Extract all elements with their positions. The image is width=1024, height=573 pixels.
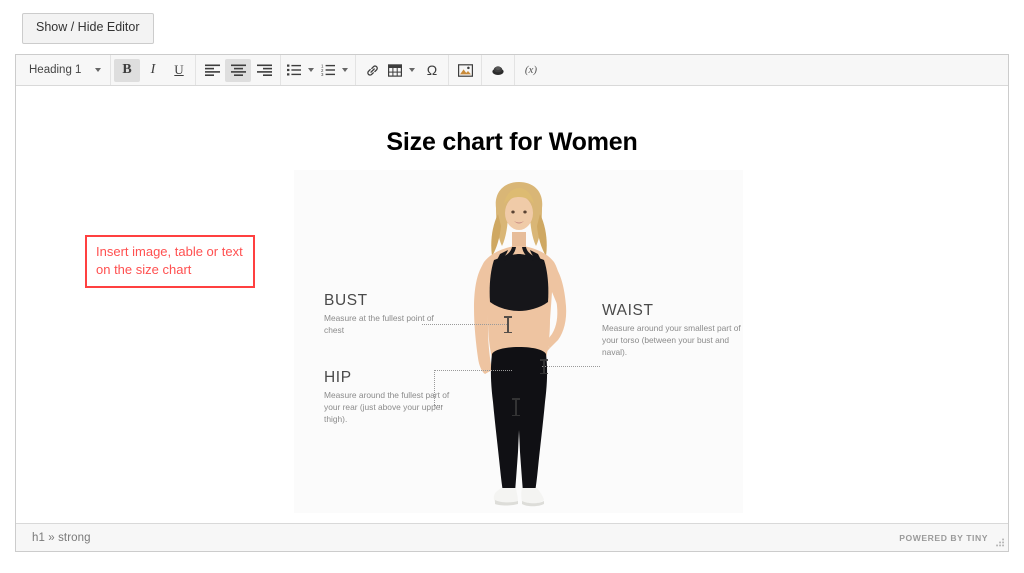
waist-description: Measure around your smallest part of you… [602, 323, 741, 357]
toolbar-group-lists: 1 2 3 [281, 55, 356, 85]
variable-button[interactable]: (x) [518, 59, 544, 82]
powered-by-tiny-link[interactable]: POWERED BY TINY [899, 533, 988, 543]
hip-description: Measure around the fullest part of your … [324, 390, 450, 424]
waist-measure-marker [540, 359, 547, 374]
bold-icon: B [122, 62, 132, 77]
toolbar-group-variable: (x) [515, 55, 547, 85]
table-chevron-down-icon[interactable] [405, 59, 419, 82]
hip-heading: HIP [324, 369, 352, 386]
numbered-list-icon: 1 2 3 [321, 64, 335, 76]
link-button[interactable] [359, 59, 385, 82]
waist-leader-line [542, 366, 600, 367]
editor-status-bar: h1 » strong POWERED BY TINY [16, 523, 1008, 551]
insert-image-button[interactable] [452, 59, 478, 82]
page-title: Size chart for Women [386, 128, 638, 156]
toggle-editor-bar: Show / Hide Editor [0, 0, 1024, 44]
chevron-down-icon [95, 68, 101, 72]
waist-label-group: WAIST Measure around your smallest part … [602, 302, 742, 359]
format-select[interactable]: Heading 1 [21, 59, 107, 82]
align-right-button[interactable] [251, 59, 277, 82]
hip-measure-marker [512, 398, 519, 416]
numbered-list-button[interactable]: 1 2 3 [318, 59, 338, 82]
align-center-icon [230, 64, 246, 76]
bust-label-group: BUST Measure at the fullest point of che… [324, 292, 436, 337]
editor-content-area[interactable]: Size chart for Women Insert image, table… [16, 86, 1008, 523]
resize-handle-icon[interactable] [994, 538, 1005, 549]
toolbar-group-media [449, 55, 482, 85]
table-icon [388, 63, 402, 77]
italic-icon: I [150, 62, 156, 77]
toolbar-group-format: Heading 1 [18, 55, 111, 85]
table-button[interactable] [385, 59, 405, 82]
omega-icon: Ω [426, 62, 438, 78]
emoticon-button[interactable] [485, 59, 511, 82]
italic-button[interactable]: I [140, 59, 166, 82]
svg-text:3: 3 [321, 72, 324, 76]
format-select-value: Heading 1 [29, 64, 82, 76]
align-left-button[interactable] [199, 59, 225, 82]
underline-icon: U [174, 62, 184, 77]
numbered-list-chevron-down-icon[interactable] [338, 59, 352, 82]
variable-icon: (x) [524, 64, 538, 76]
bullet-list-chevron-down-icon[interactable] [304, 59, 318, 82]
hip-label-group: HIP Measure around the fullest part of y… [324, 369, 458, 426]
model-photo [474, 182, 567, 507]
bold-button[interactable]: B [114, 58, 140, 82]
size-chart-image[interactable]: BUST Measure at the fullest point of che… [294, 170, 743, 513]
align-center-button[interactable] [225, 58, 251, 82]
annotation-callout: Insert image, table or text on the size … [85, 235, 255, 288]
special-character-button[interactable]: Ω [419, 59, 445, 82]
bullet-list-icon [287, 64, 301, 76]
toolbar-group-inline: B I U [111, 55, 196, 85]
waist-heading: WAIST [602, 302, 654, 319]
editor-toolbar: Heading 1 B I U 1 2 3 Ω (x) [16, 55, 1008, 86]
toolbar-group-align [196, 55, 281, 85]
image-icon [457, 63, 473, 77]
align-right-icon [256, 64, 272, 76]
toolbar-group-insert: Ω [356, 55, 449, 85]
link-icon [366, 64, 378, 76]
bullet-list-button[interactable] [284, 59, 304, 82]
underline-button[interactable]: U [166, 59, 192, 82]
toolbar-group-emoticon [482, 55, 515, 85]
bust-measure-marker [504, 316, 511, 333]
bust-heading: BUST [324, 292, 368, 309]
align-left-icon [204, 64, 220, 76]
tinymce-editor: Heading 1 B I U 1 2 3 Ω (x) Size chart f… [15, 54, 1009, 552]
emoticon-icon [492, 65, 504, 75]
bust-description: Measure at the fullest point of chest [324, 313, 434, 335]
element-path-breadcrumb[interactable]: h1 » strong [32, 532, 91, 544]
show-hide-editor-button[interactable]: Show / Hide Editor [22, 13, 154, 44]
